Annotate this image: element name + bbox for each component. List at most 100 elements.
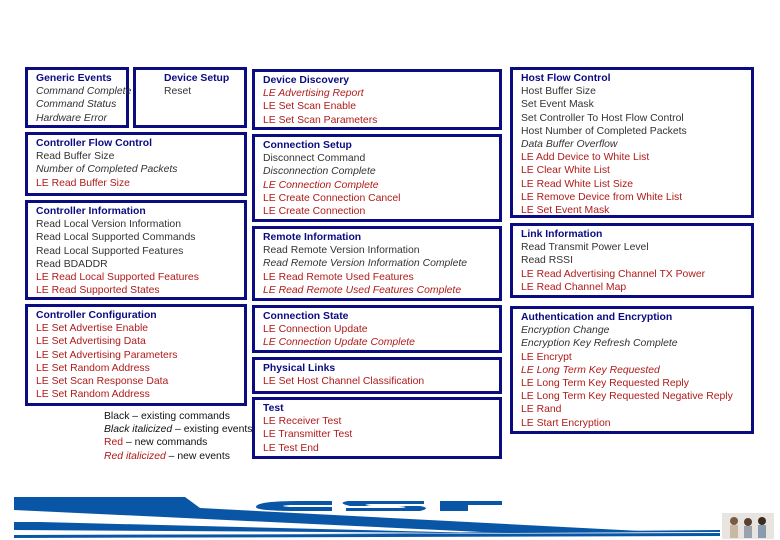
list-item: LE Connection Complete (263, 179, 379, 191)
list-item: LE Advertising Report (263, 88, 364, 100)
list-item: LE Read Remote Used Features (263, 271, 414, 283)
list-item: Read Remote Version Information Complete (263, 258, 468, 270)
list-item: Reset (164, 86, 192, 98)
footer-swoosh-3 (14, 533, 720, 538)
legend-entry: Black – existing commands (104, 410, 252, 423)
legend-key: Red italicized (104, 450, 166, 462)
list-item: LE Connection Update Complete (263, 337, 415, 349)
legend-description: – existing events (172, 424, 253, 436)
list-item: LE Add Device to White List (521, 152, 650, 164)
box-link-information: Link Information Read Transmit Power Leve… (510, 223, 754, 298)
box-title: Remote Information (263, 232, 362, 243)
box-remote-information: Remote Information Read Remote Version In… (252, 226, 502, 301)
list-item: LE Read White List Size (521, 178, 634, 190)
box-host-flow-control: Host Flow Control Host Buffer Size Set Eve… (510, 67, 754, 218)
list-item: LE Read Advertising Channel TX Power (521, 268, 706, 280)
list-item: LE Test End (263, 442, 319, 454)
list-item: LE Rand (521, 404, 562, 416)
list-item: Read Remote Version Information (263, 245, 420, 257)
list-item: Host Buffer Size (521, 86, 596, 98)
list-item: Number of Completed Packets (36, 164, 178, 176)
legend-entry: Black italicized – existing events (104, 423, 252, 436)
list-item: Set Event Mask (521, 99, 594, 111)
list-item: LE Set Host Channel Classification (263, 376, 425, 388)
box-controller-flow-control: Controller Flow Control Read Buffer Size N… (25, 132, 247, 196)
list-item: Read Transmit Power Level (521, 242, 649, 254)
box-title: Device Setup (164, 73, 230, 84)
legend-key: Black (104, 411, 130, 422)
list-item: LE Set Advertising Parameters (36, 349, 178, 361)
legend-description: – new events (165, 450, 230, 462)
list-item: Command Complete (36, 86, 132, 98)
list-item: Read BDADDR (36, 258, 108, 270)
list-item: LE Set Scan Enable (263, 101, 357, 113)
legend-description: – existing commands (129, 411, 230, 422)
box-authentication-encryption: Authentication and Encryption Encryption … (510, 306, 754, 434)
list-item: Command Status (36, 99, 117, 111)
list-item: LE Set Advertise Enable (36, 323, 149, 335)
box-test: Test LE Receiver Test LE Transmitter Test L… (252, 397, 502, 459)
list-item: LE Long Term Key Requested (521, 364, 660, 376)
list-item: LE Long Term Key Requested Reply (521, 378, 689, 390)
list-item: Host Number of Completed Packets (521, 125, 687, 137)
box-title: Controller Configuration (36, 310, 157, 321)
list-item: Set Controller To Host Flow Control (521, 112, 684, 124)
box-controller-information: Controller Information Read Local Version… (25, 200, 247, 300)
box-controller-configuration: Controller Configuration LE Set Advertise… (25, 304, 247, 406)
list-item: LE Set Random Address (36, 362, 150, 374)
footer-decoration (14, 497, 720, 538)
csr-logo-icon (256, 501, 502, 511)
box-title: Device Discovery (263, 75, 350, 86)
list-item: Disconnect Command (263, 153, 366, 165)
box-title: Authentication and Encryption (521, 312, 673, 323)
box-title: Generic Events (36, 73, 112, 84)
service-mark: SM (696, 523, 705, 529)
list-item: LE Set Scan Parameters (263, 114, 378, 126)
people-photo-icon (722, 513, 774, 539)
list-item: Data Buffer Overflow (521, 139, 618, 151)
legend-description: – new commands (123, 437, 208, 449)
list-item: LE Read Buffer Size (36, 177, 130, 189)
list-item: Read Local Version Information (36, 219, 181, 231)
box-device-setup: Device Setup Reset (133, 67, 247, 128)
legend: Black – existing commands Black italicize… (104, 410, 252, 463)
box-title: Controller Information (36, 206, 146, 217)
box-title: Connection Setup (263, 140, 352, 151)
legend-entry: Red – new commands (104, 436, 252, 449)
list-item: LE Set Random Address (36, 389, 150, 401)
box-connection-state: Connection State LE Connection Update LE C… (252, 305, 502, 353)
list-item: LE Transmitter Test (263, 429, 353, 441)
list-item: LE Read Local Supported Features (36, 272, 199, 284)
list-item: LE Clear White List (521, 165, 610, 177)
legend-key: Black italicized (104, 424, 173, 436)
list-item: LE Create Connection (263, 206, 366, 218)
list-item: LE Set Advertising Data (36, 336, 146, 348)
box-title: Controller Flow Control (36, 138, 153, 149)
list-item: Read RSSI (521, 255, 573, 267)
list-item: Read Buffer Size (36, 151, 115, 163)
list-item: LE Read Remote Used Features Complete (263, 284, 462, 296)
list-item: Hardware Error (36, 112, 108, 124)
list-item: LE Read Supported States (36, 285, 160, 297)
list-item: LE Read Channel Map (521, 281, 627, 293)
box-title: Physical Links (263, 363, 336, 374)
box-title: Host Flow Control (521, 73, 611, 84)
list-item: LE Create Connection Cancel (263, 192, 401, 204)
box-generic-events: Generic Events Command Complete Command St… (25, 67, 132, 128)
list-item: Disconnection Complete (263, 166, 376, 178)
list-item: LE Set Scan Response Data (36, 376, 169, 388)
legend-entry: Red italicized – new events (104, 450, 252, 463)
list-item: Encryption Key Refresh Complete (521, 338, 678, 350)
box-title: Link Information (521, 229, 603, 240)
box-title: Connection State (263, 311, 349, 322)
list-item: LE Connection Update (263, 324, 368, 336)
legend-key: Red (104, 437, 124, 449)
list-item: LE Receiver Test (263, 416, 342, 428)
box-title: Test (263, 403, 284, 414)
box-device-discovery: Device Discovery LE Advertising Report LE … (252, 69, 502, 130)
list-item: Read Local Supported Features (36, 245, 184, 257)
list-item: LE Encrypt (521, 351, 572, 363)
list-item: Encryption Change (521, 325, 610, 337)
box-physical-links: Physical Links LE Set Host Channel Classi… (252, 357, 502, 394)
list-item: Read Local Supported Commands (36, 232, 196, 244)
